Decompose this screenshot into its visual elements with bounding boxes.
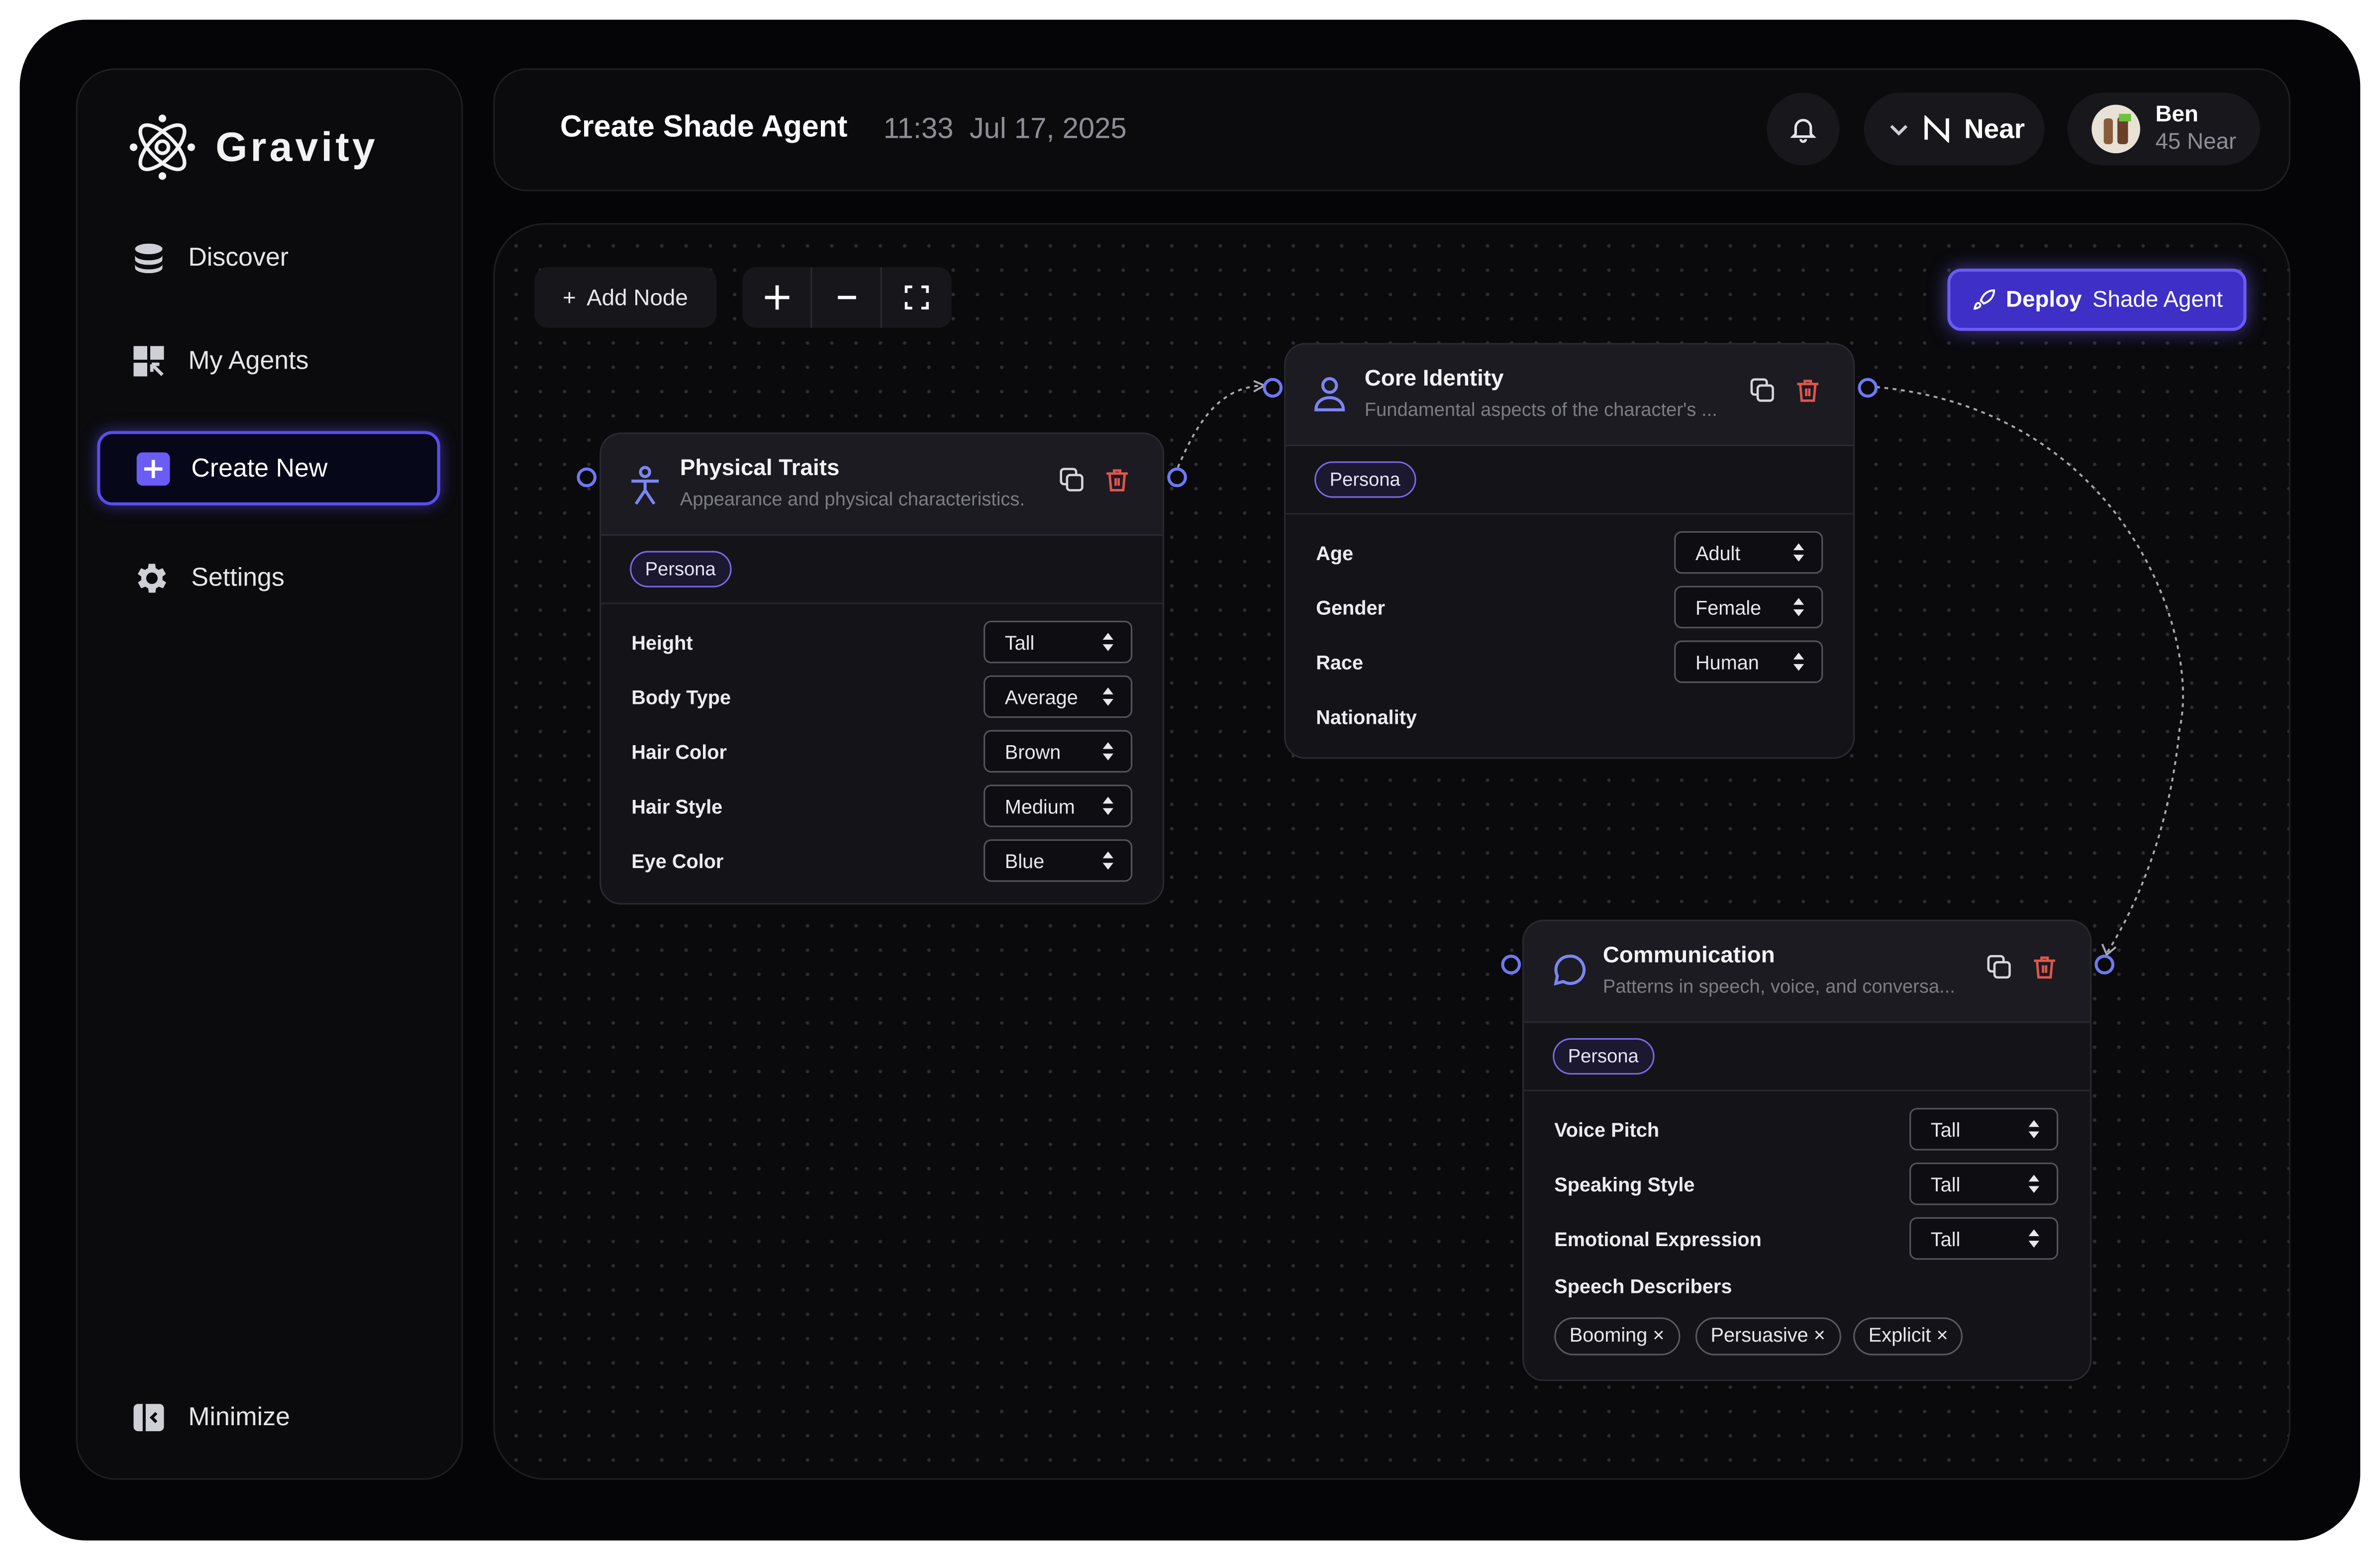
select-value: Female <box>1695 595 1762 619</box>
copy-icon[interactable] <box>1060 468 1084 492</box>
chip-label: Explicit <box>1868 1323 1931 1347</box>
tag-persona: Persona <box>1553 1038 1654 1075</box>
gender-select[interactable]: Female <box>1674 585 1823 629</box>
field-label: Hair Color <box>631 740 727 764</box>
select-value: Tall <box>1004 630 1035 654</box>
copy-icon[interactable] <box>1987 955 2011 979</box>
select-value: Human <box>1695 650 1759 674</box>
trash-icon[interactable] <box>1105 468 1129 492</box>
trash-icon[interactable] <box>2032 955 2057 979</box>
chip-label: Booming <box>1569 1323 1648 1347</box>
select-value: Medium <box>1004 794 1075 817</box>
node-title: Core Identity <box>1364 366 1504 392</box>
output-port[interactable] <box>1858 378 1878 398</box>
select-value: Average <box>1004 685 1078 708</box>
node-physical-traits[interactable]: Physical Traits Appearance and physical … <box>599 432 1165 905</box>
node-core-identity[interactable]: Core Identity Fundamental aspects of the… <box>1284 343 1855 759</box>
node-communication[interactable]: Communication Patterns in speech, voice,… <box>1522 919 2092 1381</box>
input-port[interactable] <box>1501 955 1521 975</box>
emotional-expression-select[interactable]: Tall <box>1909 1217 2059 1260</box>
race-select[interactable]: Human <box>1674 640 1823 683</box>
select-value: Brown <box>1004 740 1061 763</box>
user-icon <box>1314 377 1345 411</box>
select-value: Tall <box>1930 1172 1961 1195</box>
edge-physical-to-core <box>1177 384 1263 468</box>
sort-arrows-icon <box>1793 652 1804 671</box>
sort-arrows-icon <box>1793 543 1804 562</box>
sort-arrows-icon <box>2028 1120 2040 1139</box>
describer-chip[interactable]: Booming × <box>1554 1317 1680 1356</box>
select-value: Tall <box>1930 1227 1961 1250</box>
input-port[interactable] <box>577 467 597 488</box>
sort-arrows-icon <box>2028 1174 2040 1193</box>
output-port[interactable] <box>2094 955 2115 975</box>
sort-arrows-icon <box>1102 796 1113 815</box>
node-header[interactable]: Physical Traits Appearance and physical … <box>601 434 1163 536</box>
node-title: Communication <box>1602 942 1775 969</box>
voice-pitch-select[interactable]: Tall <box>1909 1108 2059 1151</box>
field-label: Height <box>631 631 693 654</box>
describer-chip[interactable]: Persuasive × <box>1695 1317 1841 1356</box>
node-subtitle: Appearance and physical characteristics. <box>680 488 1025 510</box>
sort-arrows-icon <box>1102 851 1113 870</box>
field-label: Voice Pitch <box>1554 1118 1660 1142</box>
input-port[interactable] <box>1263 378 1283 398</box>
remove-x-icon[interactable]: × <box>1814 1323 1825 1346</box>
tag-persona: Persona <box>630 551 731 587</box>
field-label: Speaking Style <box>1554 1173 1695 1196</box>
node-header[interactable]: Communication Patterns in speech, voice,… <box>1524 921 2090 1023</box>
field-label: Body Type <box>631 686 731 709</box>
chat-bubble-icon <box>1554 955 1586 986</box>
speech-describers-label: Speech Describers <box>1554 1274 1732 1298</box>
node-header[interactable]: Core Identity Fundamental aspects of the… <box>1286 344 1854 446</box>
field-label: Eye Color <box>631 850 724 873</box>
sort-arrows-icon <box>1102 742 1113 761</box>
speaking-style-select[interactable]: Tall <box>1909 1163 2059 1205</box>
edge-core-to-communication <box>1876 386 2184 954</box>
remove-x-icon[interactable]: × <box>1653 1323 1664 1346</box>
select-value: Tall <box>1930 1118 1961 1141</box>
output-port[interactable] <box>1167 467 1187 488</box>
body-type-select[interactable]: Average <box>984 675 1133 718</box>
tag-persona: Persona <box>1314 461 1416 498</box>
remove-x-icon[interactable]: × <box>1937 1323 1948 1346</box>
field-label: Hair Style <box>631 795 723 818</box>
sort-arrows-icon <box>1102 687 1113 706</box>
height-select[interactable]: Tall <box>984 620 1133 664</box>
copy-icon[interactable] <box>1750 378 1775 402</box>
sort-arrows-icon <box>1793 598 1804 616</box>
field-label: Emotional Expression <box>1554 1228 1762 1251</box>
field-label: Gender <box>1316 596 1386 619</box>
eye-color-select[interactable]: Blue <box>984 839 1133 882</box>
node-subtitle: Patterns in speech, voice, and conversa.… <box>1602 975 1955 997</box>
describer-chip[interactable]: Explicit × <box>1853 1317 1964 1356</box>
person-figure-icon <box>631 466 659 505</box>
hair-style-select[interactable]: Medium <box>984 784 1133 827</box>
field-label: Age <box>1316 542 1354 565</box>
field-label: Race <box>1316 651 1364 674</box>
age-select[interactable]: Adult <box>1674 531 1823 574</box>
node-subtitle: Fundamental aspects of the character's .… <box>1364 399 1717 421</box>
node-title: Physical Traits <box>680 455 840 482</box>
trash-icon[interactable] <box>1795 378 1820 402</box>
sort-arrows-icon <box>1102 633 1113 651</box>
chip-label: Persuasive <box>1710 1323 1808 1347</box>
hair-color-select[interactable]: Brown <box>984 730 1133 773</box>
select-value: Blue <box>1004 849 1045 872</box>
sort-arrows-icon <box>2028 1229 2040 1248</box>
select-value: Adult <box>1695 541 1741 564</box>
field-label: Nationality <box>1316 705 1417 729</box>
